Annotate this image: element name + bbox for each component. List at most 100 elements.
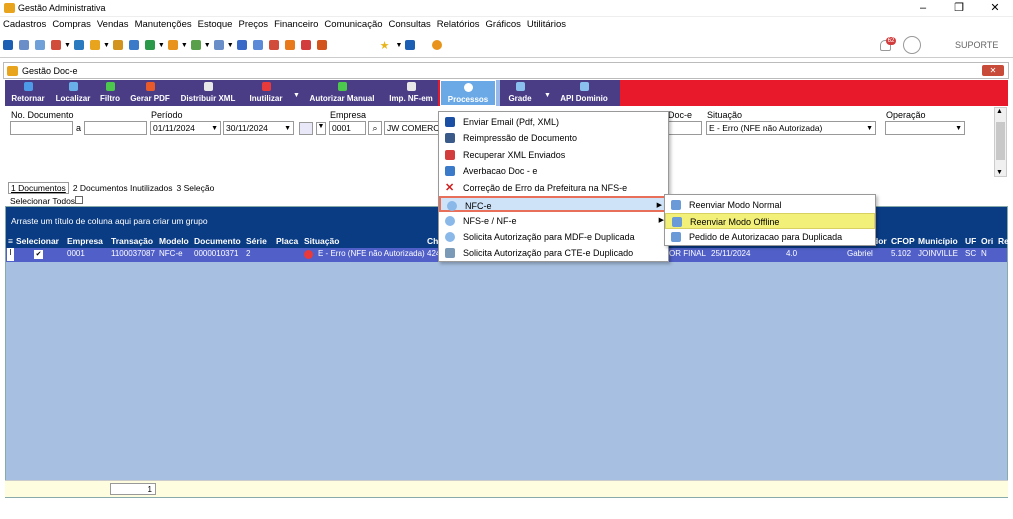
localizar-button[interactable]: Localizar [52, 80, 94, 106]
situation-select[interactable]: E - Erro (NFE não Autorizada) [706, 121, 876, 135]
submenu-item-pedido-duplicada[interactable]: Pedido de Autorizacao para Duplicada [665, 229, 875, 245]
smiley-icon[interactable] [432, 40, 443, 50]
processos-button[interactable]: Processos [440, 80, 496, 106]
list-icon[interactable] [51, 40, 61, 50]
operation-select[interactable] [885, 121, 965, 135]
menu-utilitarios[interactable]: Utilitários [524, 17, 569, 33]
distribuir-xml-button[interactable]: Distribuir XML [177, 80, 239, 106]
imp-nf-em-button[interactable]: Imp. NF-em [385, 80, 437, 106]
chevron-down-icon[interactable]: ▼ [396, 42, 403, 49]
maximize-button[interactable]: ❐ [941, 0, 977, 17]
chevron-down-icon[interactable]: ▼ [158, 42, 165, 49]
menu-compras[interactable]: Compras [49, 17, 94, 33]
avatar-icon[interactable] [903, 36, 921, 54]
menu-item-cte-duplicado[interactable]: Solicita Autorização para CTE-e Duplicad… [439, 245, 668, 261]
menu-item-enviar-email[interactable]: Enviar Email (Pdf, XML) [439, 114, 668, 130]
autorizar-manual-button[interactable]: Autorizar Manual [303, 80, 381, 106]
chevron-down-icon[interactable]: ▼ [103, 42, 110, 49]
doc-window-close-button[interactable]: ✕ [982, 65, 1004, 76]
period-from-input[interactable]: 01/11/2024 [150, 121, 221, 135]
filter-scrollbar[interactable]: ▲ ▼ [994, 107, 1007, 177]
col-municipio[interactable]: Município [918, 236, 958, 246]
col-chave[interactable]: Ch [427, 236, 438, 246]
tab-documentos-inutilizados[interactable]: 2 Documentos Inutilizados [73, 183, 173, 193]
home-icon[interactable] [3, 40, 13, 50]
menu-item-correcao-nfse[interactable]: ✕ Correção de Erro da Prefeitura na NFS-e [439, 180, 668, 196]
doc-number-to-input[interactable] [84, 121, 147, 135]
col-situacao[interactable]: Situação [304, 236, 339, 246]
chevron-down-icon[interactable]: ▼ [181, 42, 188, 49]
menu-cadastros[interactable]: Cadastros [0, 17, 49, 33]
chevron-down-icon[interactable]: ▼ [544, 92, 551, 99]
bag-icon[interactable] [128, 40, 139, 50]
company-search-icon[interactable]: ⌕ [368, 121, 382, 135]
scroll-down-icon[interactable]: ▼ [996, 169, 1003, 176]
user-icon[interactable] [112, 40, 123, 50]
company-code-input[interactable]: 0001 [329, 121, 366, 135]
menu-item-recuperar-xml[interactable]: Recuperar XML Enviados [439, 147, 668, 163]
menu-relatorios[interactable]: Relatórios [434, 17, 483, 33]
people-icon[interactable] [19, 40, 29, 50]
company-name-input[interactable]: JW COMERCI [384, 121, 440, 135]
chevron-down-icon[interactable]: ▼ [64, 42, 71, 49]
notification-bell-icon[interactable]: 62 [878, 37, 896, 53]
menu-item-mdfe-duplicada[interactable]: Solicita Autorização para MDF-e Duplicad… [439, 229, 668, 245]
scroll-up-icon[interactable]: ▲ [996, 108, 1003, 115]
submenu-item-reenviar-normal[interactable]: Reenviar Modo Normal [665, 197, 875, 213]
submenu-item-reenviar-offline[interactable]: Reenviar Modo Offline [665, 213, 875, 229]
menu-item-reimpressao[interactable]: Reimpressão de Documento [439, 130, 668, 146]
chevron-down-icon[interactable]: ▼ [293, 92, 300, 99]
record-count-field[interactable]: 1 [110, 483, 156, 495]
minimize-button[interactable]: – [905, 0, 941, 17]
col-serie[interactable]: Série [246, 236, 267, 246]
menu-precos[interactable]: Preços [235, 17, 271, 33]
chevron-down-icon[interactable]: ▼ [204, 42, 211, 49]
close-button[interactable]: ✕ [977, 0, 1013, 17]
book-icon[interactable] [316, 40, 327, 50]
grade-button[interactable]: Grade [502, 80, 538, 106]
retornar-button[interactable]: Retornar [7, 80, 49, 106]
record-icon[interactable] [300, 40, 311, 50]
grid-icon[interactable] [35, 40, 45, 50]
period-to-input[interactable]: 30/11/2024 [223, 121, 294, 135]
window-icon[interactable] [405, 40, 416, 50]
box-icon[interactable] [89, 40, 100, 50]
star-icon[interactable]: ★ [380, 39, 390, 52]
tools-icon[interactable] [284, 40, 295, 50]
select-all-checkbox[interactable] [75, 196, 83, 204]
printer-icon[interactable] [213, 40, 224, 50]
inutilizar-button[interactable]: Inutilizar [245, 80, 287, 106]
doc-icon[interactable] [236, 40, 247, 50]
menu-financeiro[interactable]: Financeiro [271, 17, 321, 33]
col-selecionar[interactable]: Selecionar [16, 236, 59, 246]
menu-item-nfce[interactable]: NFC-e ▶ [439, 196, 668, 212]
folder-icon[interactable] [167, 40, 178, 50]
api-dominio-button[interactable]: API Dominio [554, 80, 614, 106]
tab-documentos[interactable]: 1 Documentos [8, 182, 69, 194]
tab-selecao[interactable]: 3 Seleção [177, 183, 215, 193]
col-uf[interactable]: UF [965, 236, 976, 246]
calculator-icon[interactable] [252, 40, 263, 50]
cart-icon[interactable] [144, 40, 155, 50]
filtro-button[interactable]: Filtro [97, 80, 123, 106]
col-documento[interactable]: Documento [194, 236, 241, 246]
doc-type-select[interactable] [668, 121, 702, 135]
calendar-icon[interactable] [299, 122, 313, 135]
menu-comunicacao[interactable]: Comunicação [321, 17, 385, 33]
col-cfop[interactable]: CFOP [891, 236, 915, 246]
period-preset-dropdown[interactable]: ▼ [316, 122, 326, 135]
menu-estoque[interactable]: Estoque [195, 17, 236, 33]
menu-vendas[interactable]: Vendas [94, 17, 132, 33]
chart-icon[interactable] [268, 40, 279, 50]
chevron-down-icon[interactable]: ▼ [227, 42, 234, 49]
gerar-pdf-button[interactable]: Gerar PDF [127, 80, 173, 106]
menu-consultas[interactable]: Consultas [386, 17, 434, 33]
row-select-checkbox[interactable]: ✔ [34, 250, 43, 259]
col-origem[interactable]: Ori [981, 236, 993, 246]
menu-item-nfse-nfe[interactable]: NFS-e / NF-e ▶ [439, 213, 668, 229]
col-modelo[interactable]: Modelo [159, 236, 189, 246]
menu-manutencoes[interactable]: Manutenções [132, 17, 195, 33]
col-re[interactable]: Re [998, 236, 1009, 246]
col-transacao[interactable]: Transação [111, 236, 153, 246]
money-icon[interactable] [190, 40, 201, 50]
